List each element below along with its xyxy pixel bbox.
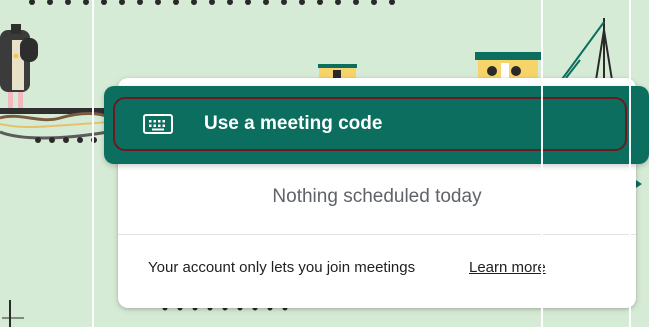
use-meeting-code-label[interactable]: Use a meeting code (204, 113, 382, 135)
guide-line (629, 0, 631, 327)
crane-right (559, 18, 613, 83)
person-figure (0, 24, 38, 108)
learn-more-link[interactable]: Learn more (469, 259, 546, 276)
keyboard-icon (143, 114, 173, 134)
empty-schedule-text: Nothing scheduled today (272, 186, 482, 207)
guide-line (92, 0, 94, 327)
account-notice-text: Your account only lets you join meetings (148, 259, 416, 276)
meet-home-screen: Nothing scheduled today Your account onl… (0, 0, 649, 327)
card-divider (118, 234, 636, 235)
guide-line (541, 0, 543, 327)
